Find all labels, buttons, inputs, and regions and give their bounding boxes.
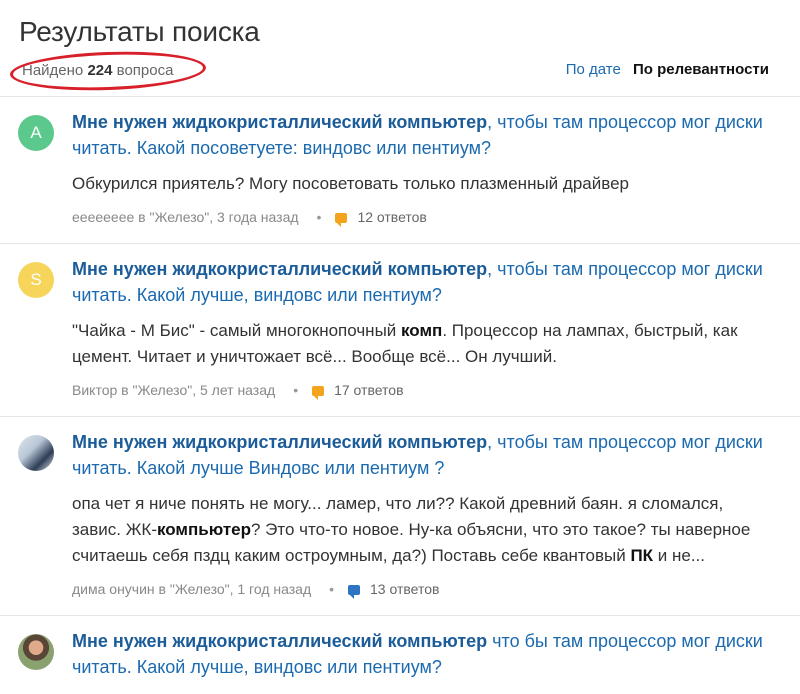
snippet-highlight: ПК [630,546,654,565]
result-meta: Виктор в "Железо", 5 лет назад • 17 отве… [72,382,776,400]
result-meta: ееееееее в "Железо", 3 года назад • 12 о… [72,209,776,227]
search-result-item: S Мне нужен жидкокристаллический компьют… [0,244,800,417]
separator-dot: • [293,382,299,398]
author-category-time[interactable]: ееееееее в "Железо", 3 года назад [72,209,299,225]
search-result-item: A Мне нужен жидкокристаллический компьют… [0,97,800,244]
avatar-photo[interactable] [18,435,54,471]
title-highlight: Мне нужен жидкокристаллический компьютер [72,631,488,651]
avatar[interactable]: S [18,262,54,298]
snippet-text: и не... [653,546,706,565]
snippet-text: "Чайка - М Бис" - самый многокнопочный [72,321,402,340]
answer-snippet: опа чет я ниче понять не могу... ламер, … [72,491,776,569]
avatar-photo[interactable] [18,634,54,670]
chat-bubble-icon [312,386,325,400]
sort-by-date-link[interactable]: По дате [566,61,621,78]
chat-bubble-icon [348,585,361,599]
title-highlight: Мне нужен жидкокристаллический компьютер [72,259,488,279]
answers-count-link[interactable]: 13 ответов [370,581,439,597]
title-highlight: Мне нужен жидкокристаллический компьютер [72,432,488,452]
page-title: Результаты поиска [19,16,260,47]
sort-by-relevance-link[interactable]: По релевантности [633,61,769,78]
snippet-highlight: комп [401,321,443,340]
results-header: Результаты поиска Найдено 224 вопроса По… [0,0,800,96]
search-result-item: Мне нужен жидкокристаллический компьютер… [0,616,800,694]
question-title-link[interactable]: Мне нужен жидкокристаллический компьютер… [72,256,776,308]
title-highlight: Мне нужен жидкокристаллический компьютер [72,112,488,132]
result-meta: дима онучин в "Железо", 1 год назад • 13… [72,581,776,599]
search-result-item: Мне нужен жидкокристаллический компьютер… [0,417,800,616]
avatar[interactable]: A [18,115,54,151]
question-title-link[interactable]: Мне нужен жидкокристаллический компьютер… [72,628,776,680]
answer-snippet: Обкурился приятель? Могу посоветовать то… [72,174,629,193]
question-title-link[interactable]: Мне нужен жидкокристаллический компьютер… [72,429,776,481]
chat-bubble-icon [335,213,348,227]
separator-dot: • [329,581,335,597]
answer-snippet: "Чайка - М Бис" - самый многокнопочный к… [72,318,776,370]
separator-dot: • [316,209,322,225]
answers-count-link[interactable]: 17 ответов [334,382,403,398]
author-category-time[interactable]: дима онучин в "Железо", 1 год назад [72,581,311,597]
answers-count-link[interactable]: 12 ответов [357,209,426,225]
sort-controls: По дате По релевантности [566,61,769,78]
snippet-highlight: компьютер [156,520,251,539]
red-annotation-circle [9,48,207,94]
question-title-link[interactable]: Мне нужен жидкокристаллический компьютер… [72,109,776,161]
author-category-time[interactable]: Виктор в "Железо", 5 лет назад [72,382,275,398]
